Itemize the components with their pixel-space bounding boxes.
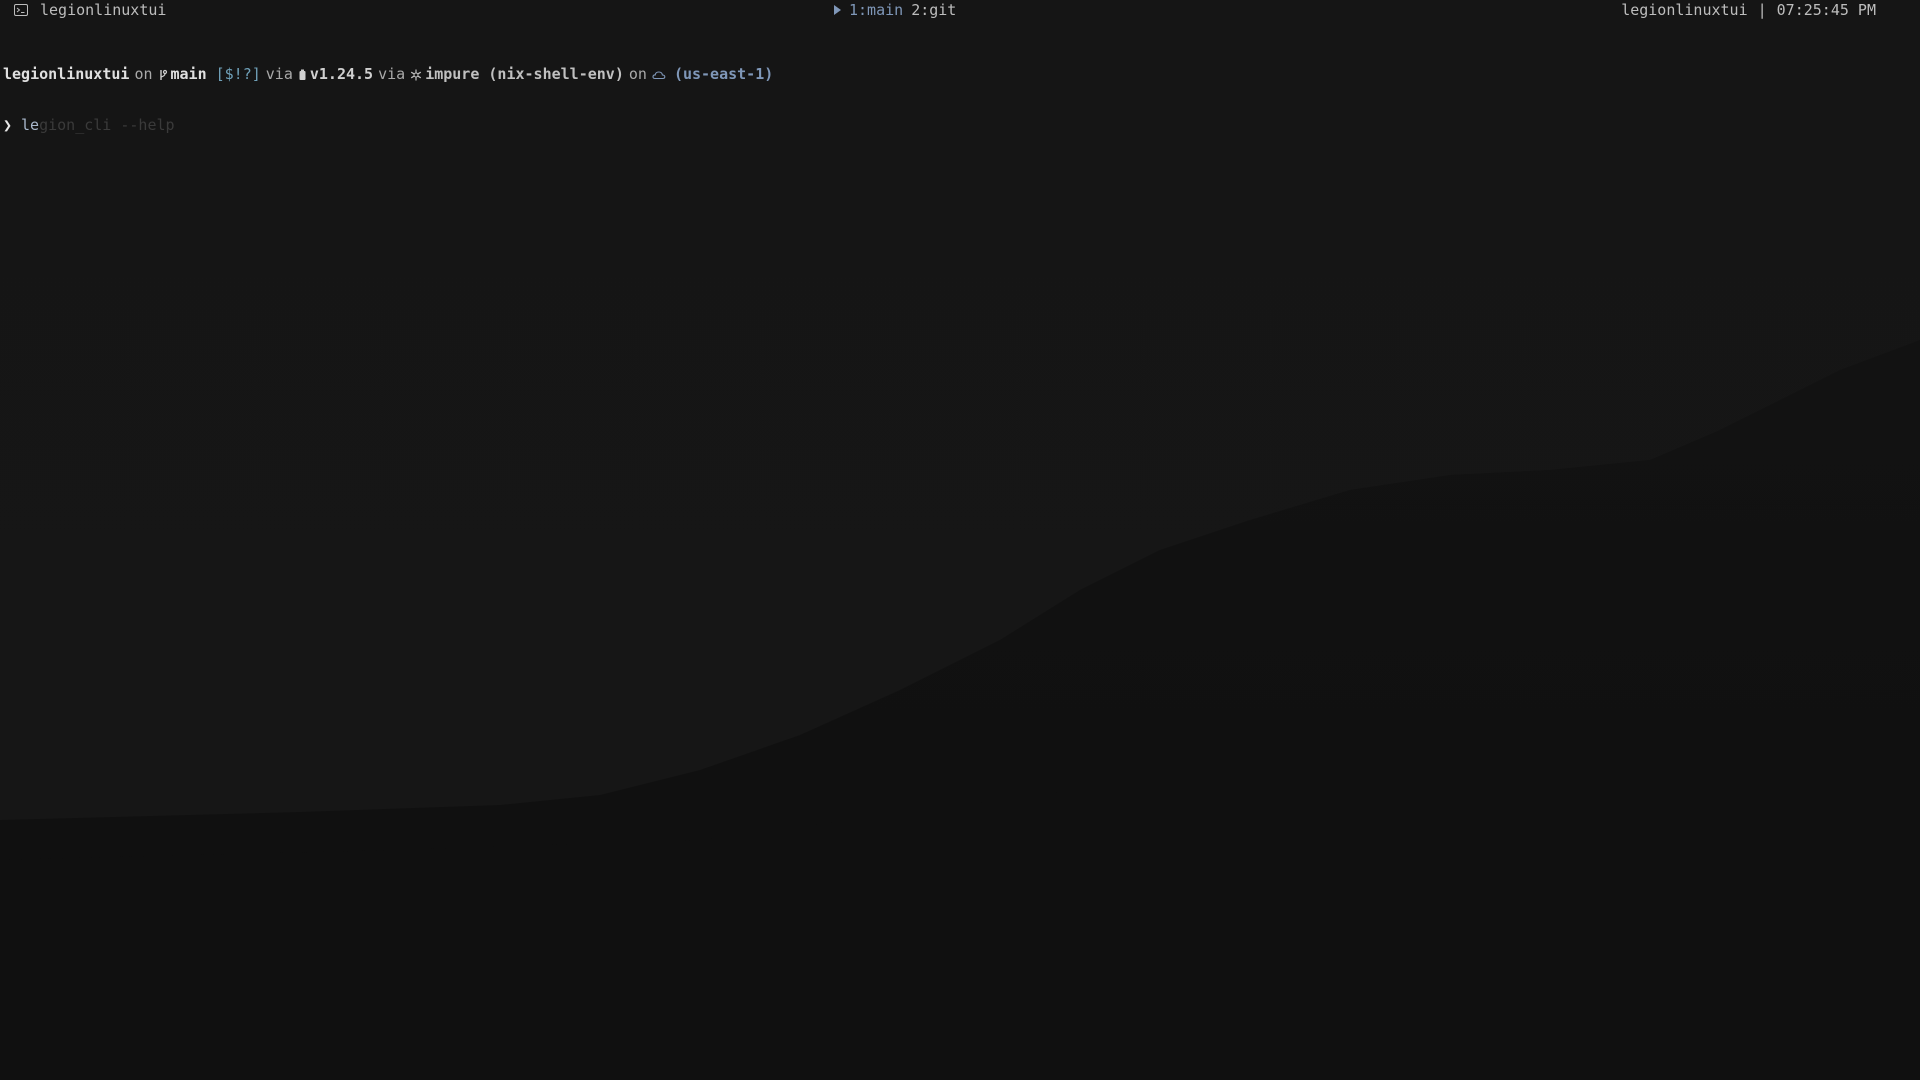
command-input[interactable]: le <box>21 117 39 134</box>
git-branch-icon <box>159 69 167 80</box>
prompt-line: legionlinuxtui on main [$!?] via v1.24.5… <box>3 66 773 83</box>
prompt-symbol: ❯ <box>3 116 13 134</box>
via-text: via <box>265 65 293 83</box>
cloud-icon <box>652 70 666 79</box>
node-version: v1.24.5 <box>309 65 374 83</box>
nix-shell: impure (nix-shell-env) <box>425 65 624 83</box>
git-status: [$!?] <box>215 65 261 83</box>
separator: | <box>1757 1 1767 19</box>
play-icon <box>834 5 841 15</box>
workspace-main[interactable]: 1:main <box>849 0 903 20</box>
window-title: legionlinuxtui <box>40 1 167 19</box>
terminal-icon <box>14 4 28 16</box>
topbar-left: legionlinuxtui <box>14 0 166 20</box>
current-directory: legionlinuxtui <box>3 65 130 83</box>
aws-region: (us-east-1) <box>673 65 774 83</box>
topbar-right: legionlinuxtui | 07:25:45 PM <box>1621 0 1876 20</box>
hostname: legionlinuxtui <box>1621 1 1748 19</box>
snowflake-icon <box>411 69 422 80</box>
clock: 07:25:45 PM <box>1776 1 1876 19</box>
workspace-list: 1:main 2:git <box>834 0 956 20</box>
autosuggestion: gion_cli --help <box>39 116 175 134</box>
git-branch: main <box>170 65 207 83</box>
via-text-2: via <box>378 65 406 83</box>
on-text-2: on <box>628 65 647 83</box>
top-bar: legionlinuxtui 1:main 2:git legionlinuxt… <box>0 0 1920 20</box>
on-text: on <box>134 65 153 83</box>
workspace-git[interactable]: 2:git <box>911 0 956 20</box>
terminal[interactable]: legionlinuxtui on main [$!?] via v1.24.5… <box>3 32 773 151</box>
input-line[interactable]: ❯ le gion_cli --help <box>3 117 773 134</box>
nodejs-icon <box>299 69 306 80</box>
wallpaper <box>0 0 1920 1080</box>
